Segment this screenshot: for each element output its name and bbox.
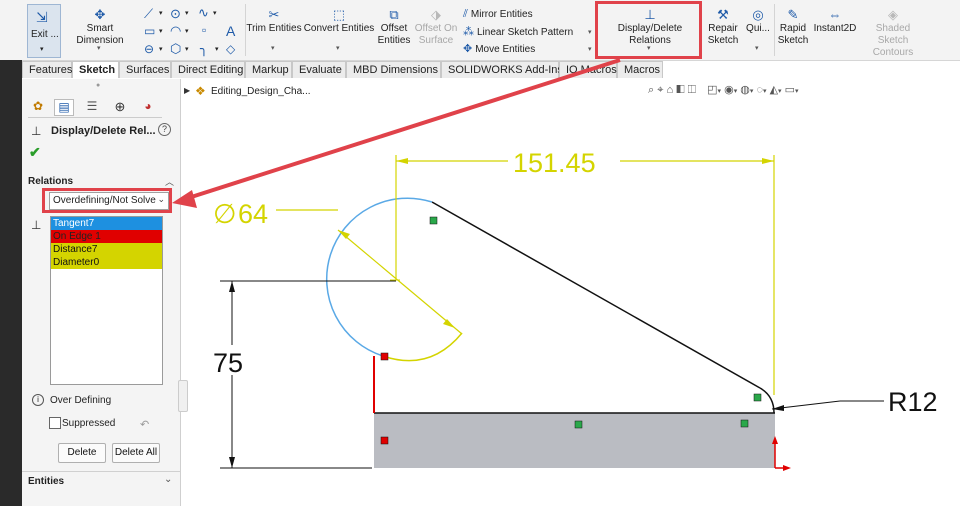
relation-glyph-corner[interactable] [740, 419, 749, 428]
dim-arrow-right [762, 158, 774, 164]
dim-diameter-value[interactable]: 64 [238, 199, 268, 229]
diameter-symbol: ∅ [213, 199, 237, 229]
dim-vertical-arrow-bottom [229, 457, 235, 468]
dim-arrow-left [396, 158, 408, 164]
dim-vertical-arrow-top [229, 281, 235, 292]
sketch-body-rectangle [374, 413, 775, 468]
relation-glyph-on-edge[interactable] [380, 352, 389, 361]
annotation-arrow-head [172, 190, 197, 208]
origin-x-arrow [783, 465, 791, 471]
relation-glyph-fillet[interactable] [753, 393, 762, 402]
circle-arc-blue [325, 197, 433, 357]
circle-arc-yellow [382, 332, 463, 362]
dim-horizontal-value[interactable]: 151.45 [513, 148, 596, 178]
dim-radius-value[interactable]: R12 [888, 387, 938, 417]
tangent-slanted-line [431, 201, 761, 389]
diameter-dim-line [337, 229, 463, 335]
relation-glyph-red-bottom[interactable] [380, 436, 389, 445]
sketch-canvas: 151.45 ∅ 64 75 R12 [172, 58, 938, 471]
relation-glyph-horizontal[interactable] [574, 420, 583, 429]
annotation-arrow-line [184, 58, 621, 201]
relation-glyph-tangent[interactable] [429, 216, 438, 225]
dim-vertical-value[interactable]: 75 [213, 348, 243, 378]
fillet-arc [759, 387, 775, 414]
